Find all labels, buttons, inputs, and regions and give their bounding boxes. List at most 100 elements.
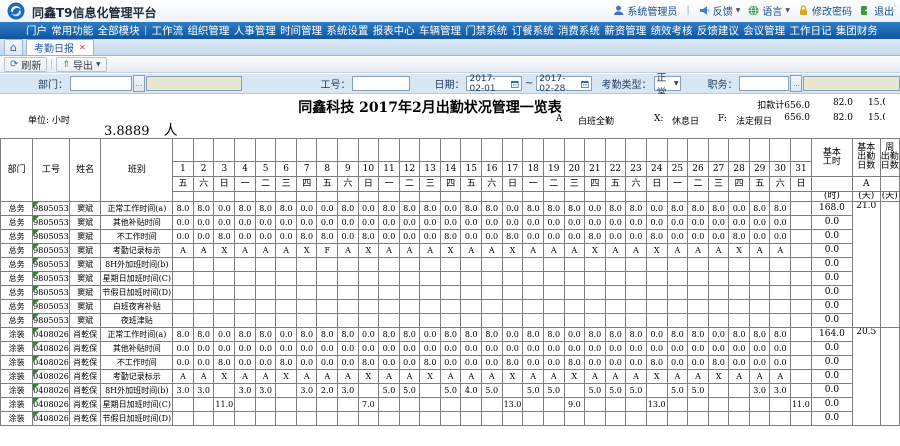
cell-empid: 0408026 <box>33 342 70 356</box>
day-cell <box>276 412 297 426</box>
menu-item-组织管理[interactable]: 组织管理 <box>187 23 229 38</box>
menu-item-全部模块[interactable]: 全部模块 <box>98 23 140 38</box>
date-to-field[interactable]: 2017-02-28 <box>536 76 591 91</box>
menu-item-门户[interactable]: 门户 <box>26 23 47 38</box>
day-cell: 0.0 <box>420 230 441 244</box>
menu-item-报表中心[interactable]: 报表中心 <box>373 23 415 38</box>
menu-item-系统设置[interactable]: 系统设置 <box>326 23 368 38</box>
day-cell: 0.0 <box>338 356 359 370</box>
day-cell <box>791 356 812 370</box>
duty-picker-button[interactable]: … <box>790 75 802 92</box>
attend-type-select[interactable]: 正常 ▼ <box>654 76 682 91</box>
language-menu[interactable]: 语言▼ <box>748 3 790 18</box>
day-number: 4 <box>235 162 256 177</box>
day-cell <box>317 398 338 412</box>
day-cell: A <box>543 244 564 258</box>
day-cell <box>729 398 750 412</box>
window-header: 同鑫T9信息化管理平台 系统管理员 | 反馈▼ 语言▼ 修改密码 退出 <box>0 0 900 22</box>
tab-attendance-daily[interactable]: 考勤日报 ✕ <box>26 39 94 55</box>
day-cell <box>729 300 750 314</box>
day-cell: 0.0 <box>338 342 359 356</box>
totals-label-value: 扣款计656.0 <box>700 98 810 111</box>
day-cell: 0.0 <box>502 328 523 342</box>
totals-v2: 82.0 <box>815 98 853 108</box>
day-cell <box>791 328 812 342</box>
menu-item-绩效考核[interactable]: 绩效考核 <box>651 23 693 38</box>
cell-empid: 0408026 <box>33 412 70 426</box>
menu-item-消费系统[interactable]: 消费系统 <box>558 23 600 38</box>
day-cell: 0.0 <box>585 356 606 370</box>
cell-name: 肖乾保 <box>69 412 101 426</box>
day-cell <box>461 258 482 272</box>
day-cell <box>481 258 502 272</box>
day-cell <box>193 412 214 426</box>
refresh-button[interactable]: ⟳ 刷新 <box>4 57 47 72</box>
menu-item-人事管理[interactable]: 人事管理 <box>234 23 276 38</box>
day-cell: 8.0 <box>440 328 461 342</box>
day-cell: 0.0 <box>749 216 770 230</box>
date-from-field[interactable]: 2017-02-01 <box>466 76 521 91</box>
day-cell <box>646 412 667 426</box>
export-button[interactable]: ⇑ 导出 ▼ <box>56 57 106 72</box>
day-number: 26 <box>688 162 709 177</box>
dept-picker-button[interactable]: … <box>133 75 145 92</box>
change-password[interactable]: 修改密码 <box>798 3 852 18</box>
day-cell: X <box>729 244 750 258</box>
day-cell <box>296 412 317 426</box>
day-header-spacer <box>173 139 194 162</box>
day-cell: 0.0 <box>543 356 564 370</box>
menu-item-门禁系统[interactable]: 门禁系统 <box>465 23 507 38</box>
day-cell: 8.0 <box>626 328 647 342</box>
menu-item-工作日记[interactable]: 工作日记 <box>790 23 832 38</box>
day-cell: 8.0 <box>173 328 194 342</box>
menu-item-常用功能[interactable]: 常用功能 <box>51 23 93 38</box>
day-cell: A <box>770 244 791 258</box>
day-header-spacer <box>338 139 359 162</box>
cell-basic-hours-sum: 0.0 <box>811 314 852 328</box>
current-user[interactable]: 系统管理员 <box>613 3 677 18</box>
day-cell <box>358 384 379 398</box>
day-cell: 0.0 <box>605 230 626 244</box>
day-cell <box>399 412 420 426</box>
day-cell: A <box>399 370 420 384</box>
duty-input[interactable] <box>739 76 789 91</box>
day-cell: 8.0 <box>770 202 791 216</box>
day-cell <box>791 412 812 426</box>
day-cell <box>688 258 709 272</box>
lock-icon <box>798 5 809 16</box>
main-menu-bar: 门户常用功能全部模块|工作流组织管理人事管理时间管理系统设置报表中心车辆管理门禁… <box>0 22 900 39</box>
day-cell: 0.0 <box>173 356 194 370</box>
menu-item-订餐系统[interactable]: 订餐系统 <box>512 23 554 38</box>
menu-item-薪资管理[interactable]: 薪资管理 <box>604 23 646 38</box>
day-weekday: 五 <box>749 177 770 192</box>
menu-item-会议管理[interactable]: 会议管理 <box>743 23 785 38</box>
menu-item-时间管理[interactable]: 时间管理 <box>280 23 322 38</box>
cell-name: 窦斌 <box>69 230 101 244</box>
day-cell <box>420 272 441 286</box>
day-header-spacer <box>729 139 750 162</box>
day-cell: X <box>214 244 235 258</box>
empid-input[interactable] <box>352 76 410 91</box>
day-cell <box>214 384 235 398</box>
day-number: 27 <box>708 162 729 177</box>
menu-item-反馈建议[interactable]: 反馈建议 <box>697 23 739 38</box>
menu-item-工作流[interactable]: 工作流 <box>152 23 184 38</box>
home-icon: ⌂ <box>10 43 17 53</box>
table-row: 总务9805053窦斌星期日加班时间(C)0.0 <box>1 272 900 286</box>
dept-input[interactable] <box>70 76 132 91</box>
logout-button[interactable]: 退出 <box>860 3 894 18</box>
feedback-menu[interactable]: 反馈▼ <box>699 3 741 18</box>
menu-item-集团财务[interactable]: 集团财务 <box>836 23 878 38</box>
day-cell <box>523 272 544 286</box>
day-cell: 3.0 <box>173 384 194 398</box>
day-cell: A <box>461 370 482 384</box>
day-cell: A <box>667 244 688 258</box>
day-cell: 0.0 <box>481 230 502 244</box>
tab-home[interactable]: ⌂ <box>4 39 23 55</box>
menu-scroll-arrows[interactable]: ▲▼ <box>892 1 897 15</box>
menu-item-车辆管理[interactable]: 车辆管理 <box>419 23 461 38</box>
tab-close-icon[interactable]: ✕ <box>79 43 86 52</box>
table-row: 总务9805053窦斌其他补贴时间0.00.00.00.00.00.00.00.… <box>1 216 900 230</box>
day-unit-spacer <box>338 192 359 202</box>
day-cell <box>543 314 564 328</box>
